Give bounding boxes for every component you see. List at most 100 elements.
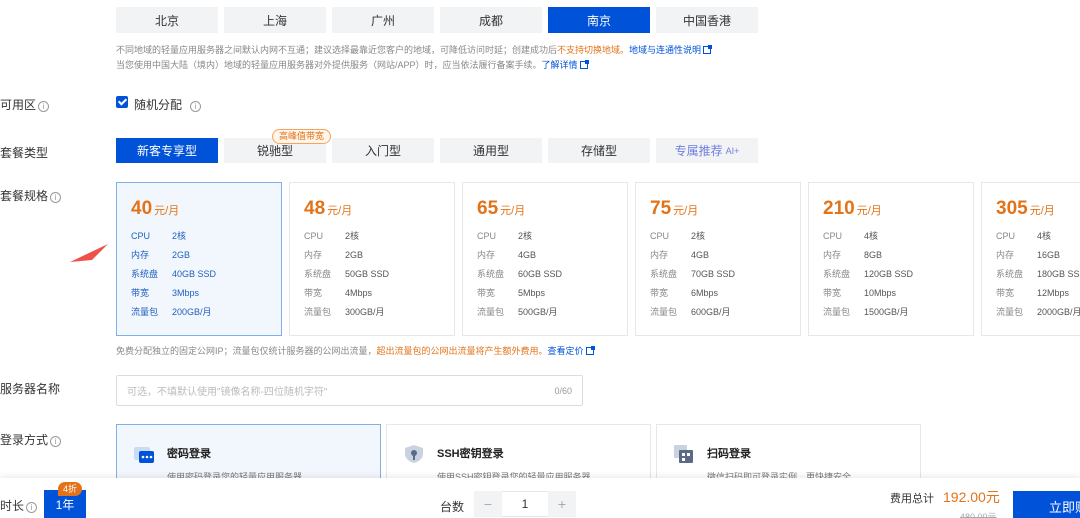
plan-card-65[interactable]: 65 元/月 CPU 2核 内存 4GB 系统盘 60GB SSD 带宽 5Mbps 流量… — [462, 182, 628, 336]
quantity-label: 台数 — [440, 500, 465, 514]
quantity-increment-button[interactable]: + — [548, 491, 576, 517]
plan-card-48[interactable]: 48 元/月 CPU 2核 内存 2GB 系统盘 50GB SSD 带宽 4Mbps 流量… — [289, 182, 455, 336]
buy-now-button[interactable]: 立即购买 — [1013, 491, 1080, 518]
info-icon[interactable]: i — [50, 436, 62, 447]
quantity-decrement-button[interactable]: − — [474, 491, 502, 517]
spec-key: 带宽 — [477, 288, 496, 298]
login-password-card[interactable]: 密码登录 使用密码登录您的轻量应用服务器 — [116, 424, 381, 486]
original-price: 480.00元 — [960, 512, 997, 518]
spec-value: 4Mbps — [345, 287, 373, 298]
spec-bw: 带宽 5Mbps — [477, 283, 613, 302]
spec-mem: 内存 16GB — [996, 245, 1080, 264]
region-selector: 北京 上海 广州 成都 南京 中国香港 — [116, 7, 758, 33]
spec-value: 2GB — [345, 249, 364, 260]
icp-details-link[interactable]: 了解详情 — [542, 60, 578, 70]
spec-traffic: 流量包 200GB/月 — [131, 302, 267, 321]
package-type-new-customer[interactable]: 新客专享型 — [116, 138, 218, 163]
spec-key: CPU — [650, 230, 670, 241]
login-method-label: 登录方式 i — [0, 431, 62, 448]
spec-value: 2GB — [172, 249, 191, 260]
purchase-bar: 时长 i 1年 4折 台数 − 1 + 费用总计 192.00元 480.00元 … — [0, 478, 1080, 518]
ssh-key-icon — [405, 445, 423, 463]
total-price: 192.00元 — [943, 489, 1000, 505]
package-type-entry[interactable]: 入门型 — [332, 138, 434, 163]
plan-price-unit: 元/月 — [856, 205, 882, 217]
plan-price-value: 40 — [131, 198, 153, 219]
package-type-general[interactable]: 通用型 — [440, 138, 542, 163]
region-note-text: 不同地域的轻量应用服务器之间默认内网不互通；建议选择最靠近您客户的地域，可降低访… — [116, 45, 558, 55]
spec-value: 4核 — [864, 231, 879, 241]
spec-value: 12Mbps — [1037, 287, 1070, 298]
spec-key: 带宽 — [996, 288, 1015, 298]
login-qrcode-card[interactable]: 扫码登录 微信扫码即可登录实例，更快捷安全 — [656, 424, 921, 486]
package-type-storage[interactable]: 存储型 — [548, 138, 650, 163]
external-link-icon — [703, 45, 713, 54]
plan-card-210[interactable]: 210 元/月 CPU 4核 内存 8GB 系统盘 120GB SSD 带宽 10Mbps… — [808, 182, 974, 336]
availability-zone-label-text: 可用区 — [0, 98, 37, 112]
server-name-counter: 0/60 — [554, 385, 572, 396]
spec-mem: 内存 4GB — [477, 245, 613, 264]
server-name-input[interactable]: 可选，不填默认使用"镜像名称-四位随机字符" 0/60 — [116, 375, 583, 406]
spec-key: CPU — [304, 230, 324, 241]
spec-value: 200GB/月 — [172, 307, 212, 317]
spec-value: 16GB — [1037, 249, 1061, 260]
region-beijing[interactable]: 北京 — [116, 7, 218, 33]
region-hongkong[interactable]: 中国香港 — [656, 7, 758, 33]
spec-mem: 内存 2GB — [304, 245, 440, 264]
random-assign-checkbox[interactable] — [116, 96, 128, 108]
package-spec-label-text: 套餐规格 — [0, 189, 49, 203]
spec-traffic: 流量包 500GB/月 — [477, 302, 613, 321]
spec-bw: 带宽 12Mbps — [996, 283, 1080, 302]
plan-price-value: 210 — [823, 198, 855, 219]
plan-card-75[interactable]: 75 元/月 CPU 2核 内存 4GB 系统盘 70GB SSD 带宽 6Mbps 流量… — [635, 182, 801, 336]
plan-note-text: 免费分配独立的固定公网IP；流量包仅统计服务器的公网出流量， — [116, 346, 377, 356]
spec-value: 4核 — [1037, 231, 1052, 241]
region-note-line1: 不同地域的轻量应用服务器之间默认内网不互通；建议选择最靠近您客户的地域，可降低访… — [116, 43, 713, 56]
plan-price-value: 75 — [650, 198, 672, 219]
region-shanghai[interactable]: 上海 — [224, 7, 326, 33]
plan-price: 210 元/月 — [823, 198, 959, 226]
plan-card-40[interactable]: 40 元/月 CPU 2核 内存 2GB 系统盘 40GB SSD 带宽 3Mbps 流量… — [116, 182, 282, 336]
package-type-exclusive[interactable]: 专属推荐 AI+ — [656, 138, 758, 163]
pricing-link[interactable]: 查看定价 — [548, 346, 584, 356]
spec-mem: 内存 8GB — [823, 245, 959, 264]
info-icon[interactable]: i — [190, 101, 202, 112]
spec-value: 50GB SSD — [345, 268, 390, 279]
spec-value: 8GB — [864, 249, 883, 260]
spec-bw: 带宽 10Mbps — [823, 283, 959, 302]
spec-cpu: CPU 2核 — [477, 226, 613, 245]
quantity-input[interactable]: 1 — [502, 491, 548, 517]
plan-card-305[interactable]: 305元/月 CPU 4核 内存 16GB 系统盘 180GB SSD 带宽 12Mbp… — [981, 182, 1080, 336]
spec-key: 系统盘 — [131, 269, 159, 279]
region-guangzhou[interactable]: 广州 — [332, 7, 434, 33]
spec-value: 4GB — [691, 249, 710, 260]
spec-bw: 带宽 6Mbps — [650, 283, 786, 302]
plan-price: 40 元/月 — [131, 198, 267, 226]
region-chengdu[interactable]: 成都 — [440, 7, 542, 33]
spec-key: CPU — [823, 230, 843, 241]
spec-key: 系统盘 — [823, 269, 851, 279]
spec-key: 系统盘 — [996, 269, 1024, 279]
info-icon[interactable]: i — [38, 101, 50, 112]
region-nanjing[interactable]: 南京 — [548, 7, 650, 33]
plan-price-unit: 元/月 — [327, 205, 353, 217]
spec-key: CPU — [131, 230, 151, 241]
spec-key: 内存 — [131, 250, 150, 260]
plan-price: 75 元/月 — [650, 198, 786, 226]
spec-value: 60GB SSD — [518, 268, 563, 279]
login-ssh-card[interactable]: SSH密钥登录 使用SSH密钥登录您的轻量应用服务器 — [386, 424, 651, 486]
spec-key: CPU — [996, 230, 1016, 241]
info-icon[interactable]: i — [50, 192, 62, 203]
info-icon[interactable]: i — [26, 502, 38, 513]
spec-value: 600GB/月 — [691, 307, 731, 317]
spec-value: 10Mbps — [864, 287, 897, 298]
region-connectivity-link[interactable]: 地域与连通性说明 — [629, 45, 701, 55]
spec-cpu: CPU 2核 — [650, 226, 786, 245]
spec-value: 2000GB/月 — [1037, 307, 1080, 317]
spec-key: 系统盘 — [650, 269, 678, 279]
spec-key: 带宽 — [131, 288, 150, 298]
spec-key: 系统盘 — [477, 269, 505, 279]
plan-price-value: 65 — [477, 198, 499, 219]
spec-key: 内存 — [477, 250, 496, 260]
random-assign-label: 随机分配 i — [134, 96, 202, 113]
